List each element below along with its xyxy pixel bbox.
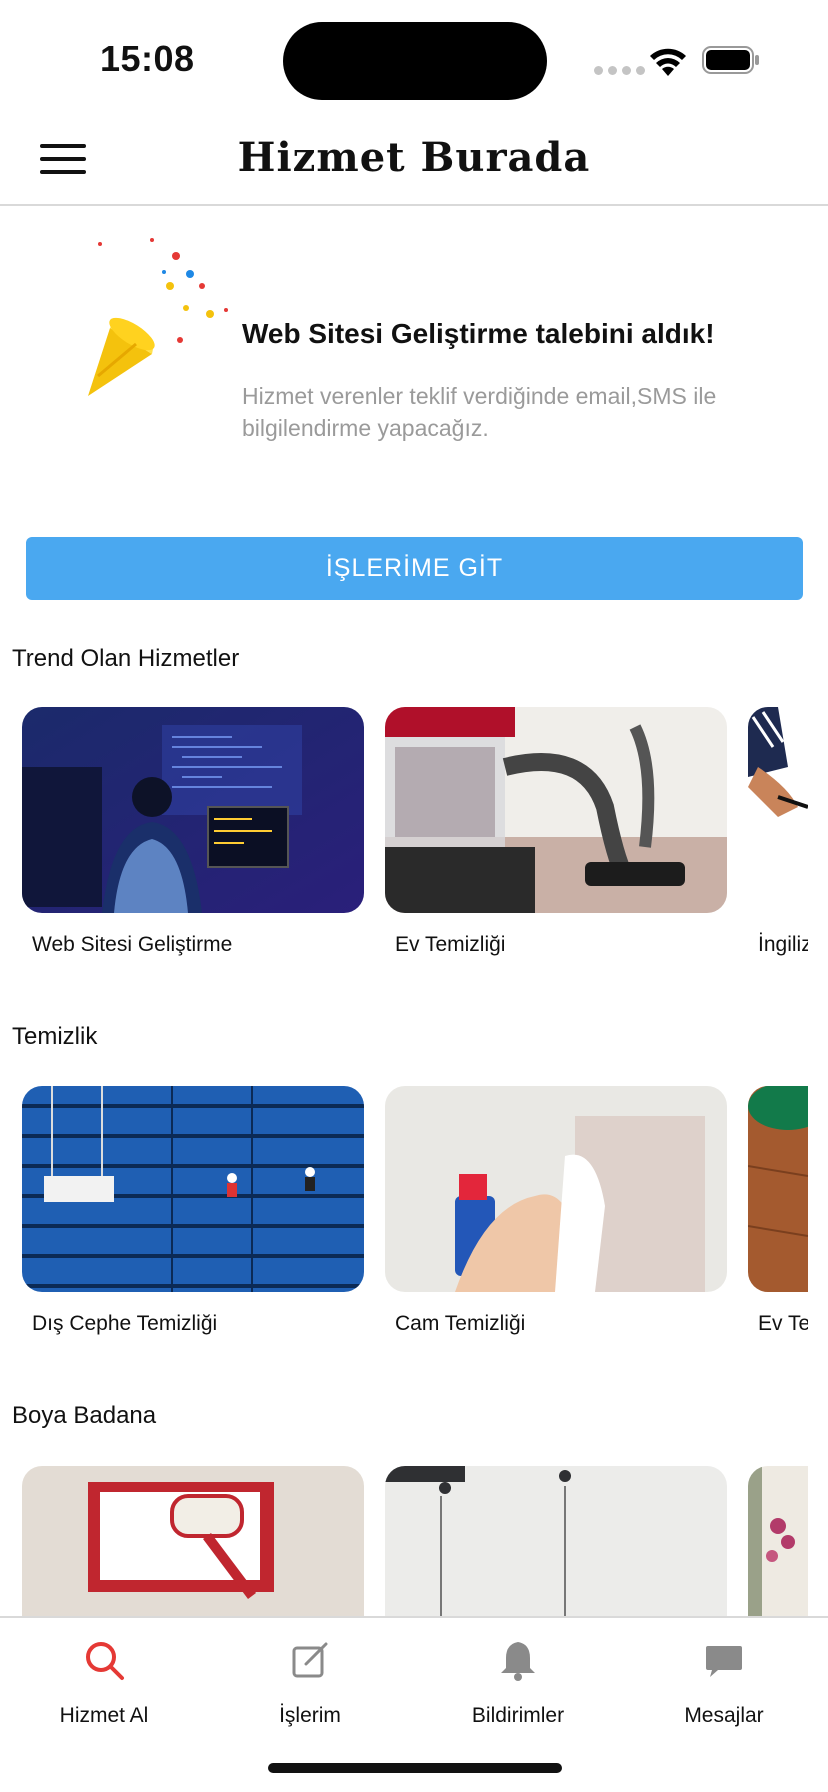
edit-icon — [292, 1642, 328, 1678]
nav-label: İşlerim — [279, 1704, 341, 1727]
card-label: Web Sitesi Geliştirme — [32, 933, 233, 956]
card-image — [748, 1466, 808, 1616]
chat-bubble-icon — [706, 1646, 742, 1677]
card-row-cleaning[interactable]: Dış Cephe Temizliği Cam Temizliği Ev Te — [22, 1086, 808, 1346]
battery-icon — [702, 46, 759, 74]
card-image — [22, 1086, 364, 1292]
card-row-painting[interactable] — [22, 1466, 808, 1616]
success-description: Hizmet verenler teklif verdiğinde email,… — [242, 383, 717, 441]
nav-item-islerim[interactable]: İşlerim — [220, 1638, 400, 1728]
service-card-decoration[interactable] — [748, 1466, 808, 1616]
dynamic-island — [283, 22, 547, 100]
card-label: Ev Temizliği — [395, 933, 506, 956]
party-popper-icon — [88, 238, 228, 396]
card-row-trending[interactable]: Web Sitesi Geliştirme Ev Temizliği İngil… — [22, 707, 808, 967]
status-bar: 15:08 — [0, 0, 828, 120]
nav-item-mesajlar[interactable]: Mesajlar — [634, 1638, 814, 1728]
card-label: Dış Cephe Temizliği — [32, 1312, 218, 1335]
cellular-signal-icon — [594, 66, 645, 75]
service-card-painting[interactable] — [22, 1466, 364, 1616]
nav-item-hizmet-al[interactable]: Hizmet Al — [14, 1638, 194, 1728]
bell-icon — [501, 1642, 535, 1681]
card-image — [748, 1086, 808, 1292]
card-image — [22, 707, 364, 913]
card-image — [22, 1466, 364, 1616]
section-title-painting: Boya Badana — [12, 1402, 157, 1429]
app-title: Hizmet Burada — [237, 134, 591, 181]
nav-item-bildirimler[interactable]: Bildirimler — [428, 1638, 608, 1728]
home-indicator — [268, 1763, 562, 1773]
card-image — [385, 1466, 727, 1616]
search-icon — [86, 1642, 124, 1680]
app-header: Hizmet Burada — [0, 120, 828, 206]
service-card-web-development[interactable]: Web Sitesi Geliştirme — [22, 707, 364, 956]
status-time: 15:08 — [100, 38, 195, 79]
nav-label: Hizmet Al — [59, 1704, 149, 1727]
section-title-cleaning: Temizlik — [12, 1023, 98, 1050]
service-card-exterior-painting[interactable] — [385, 1466, 727, 1616]
nav-label: Bildirimler — [471, 1704, 565, 1727]
wifi-icon — [650, 48, 686, 76]
card-label: Ev Te — [758, 1312, 808, 1335]
success-title: Web Sitesi Geliştirme talebini aldık! — [242, 318, 715, 349]
nav-label: Mesajlar — [684, 1704, 764, 1727]
service-card-house-cleaning[interactable]: Ev Temizliği — [385, 707, 727, 956]
card-image — [385, 1086, 727, 1292]
card-label: İngiliz — [758, 933, 808, 956]
service-card-window-cleaning[interactable]: Cam Temizliği — [385, 1086, 727, 1335]
go-to-my-jobs-button[interactable]: İŞLERİME GİT — [26, 537, 803, 600]
section-title-trending: Trend Olan Hizmetler — [12, 645, 240, 672]
card-image — [385, 707, 727, 913]
service-card-house-cleaning-2[interactable]: Ev Te — [748, 1086, 808, 1335]
service-card-facade-cleaning[interactable]: Dış Cephe Temizliği — [22, 1086, 364, 1335]
card-image — [748, 707, 808, 913]
service-card-english[interactable]: İngiliz — [748, 707, 808, 956]
card-label: Cam Temizliği — [395, 1312, 526, 1335]
